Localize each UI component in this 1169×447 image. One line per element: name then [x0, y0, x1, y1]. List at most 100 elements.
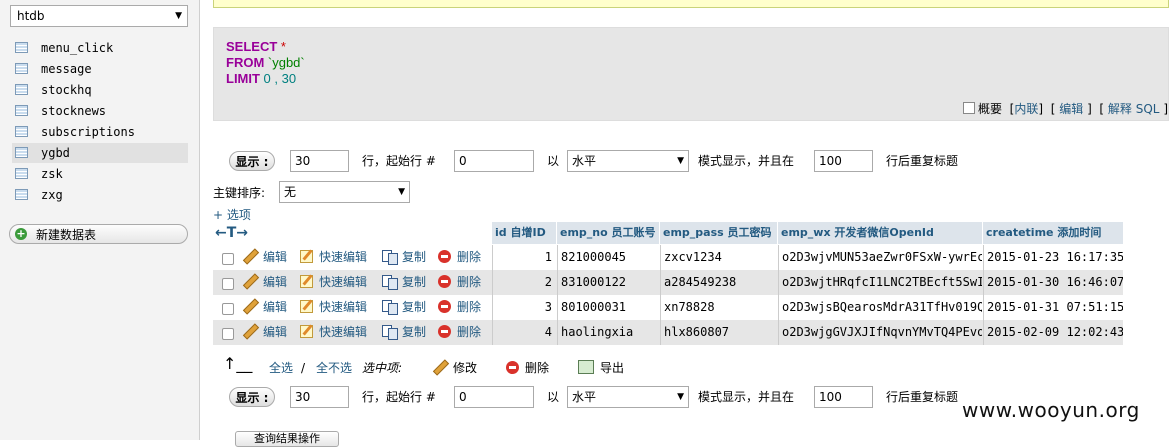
cell-emp-wx: o2D3wjvMUN53aeZwr0FSxW-ywrEc: [778, 245, 982, 270]
sql-query-box: SELECT * FROM `ygbd` LIMIT 0 , 30 概要 [内联…: [213, 27, 1169, 121]
delete-link[interactable]: 删除: [438, 245, 481, 270]
sidebar-table-item[interactable]: menu_click: [12, 38, 188, 58]
display-mode-select[interactable]: 水平 ▼: [567, 150, 689, 172]
navigation-row-bottom: 显示 : 30 行，起始行 # 0 以 水平 ▼ 模式显示，并且在 100 行后…: [229, 386, 989, 410]
table-icon: [15, 105, 28, 116]
copy-label: 复制: [402, 325, 427, 339]
rows-input[interactable]: 30: [290, 150, 349, 172]
column-header-createtime[interactable]: createtime 添加时间: [983, 222, 1123, 244]
delete-link[interactable]: 删除: [438, 295, 481, 320]
quick-edit-label: 快速编辑: [319, 325, 368, 339]
start-row-input[interactable]: 0: [454, 150, 534, 172]
sidebar-table-item[interactable]: subscriptions: [12, 122, 188, 142]
modify-selected-button[interactable]: 修改: [433, 358, 477, 378]
sidebar-table-item[interactable]: zxg: [12, 185, 188, 205]
with-selected-label: 选中项:: [362, 361, 403, 375]
profiling-label: 概要: [978, 102, 1003, 116]
sort-select[interactable]: 无 ▼: [279, 181, 410, 203]
edit-link[interactable]: 编辑: [243, 245, 287, 270]
bracket: [: [1099, 102, 1105, 116]
row-checkbox[interactable]: [222, 328, 234, 340]
quick-edit-link[interactable]: 快速编辑: [300, 320, 367, 345]
column-header-emp-wx[interactable]: emp_wx 开发者微信OpenId: [778, 222, 982, 244]
inline-edit-icon: [300, 275, 313, 288]
sidebar-table-item[interactable]: stockhq: [12, 80, 188, 100]
sidebar: htdb ▼ menu_click message stockhq stockn…: [0, 0, 200, 440]
edit-sql-link[interactable]: 编辑: [1059, 102, 1083, 116]
delete-link[interactable]: 删除: [438, 320, 481, 345]
deselect-all-link[interactable]: 全不选: [316, 358, 352, 378]
show-button[interactable]: 显示 :: [229, 151, 275, 171]
copy-link[interactable]: 复制: [382, 320, 426, 345]
quick-edit-link[interactable]: 快速编辑: [300, 270, 367, 295]
database-select[interactable]: htdb ▼: [10, 5, 188, 27]
delete-label: 删除: [457, 300, 482, 314]
show-button[interactable]: 显示 :: [229, 387, 275, 407]
table-row: 编辑 快速编辑 复制 删除 2 831000122 a284549238 o2D…: [213, 270, 1123, 295]
copy-icon: [382, 274, 398, 290]
start-row-input[interactable]: 0: [454, 386, 534, 408]
column-header-id[interactable]: id 自增ID: [492, 222, 556, 244]
query-results-operations-button[interactable]: 查询结果操作: [235, 431, 339, 447]
edit-link[interactable]: 编辑: [243, 270, 287, 295]
quick-edit-link[interactable]: 快速编辑: [300, 295, 367, 320]
sidebar-table-label: message: [41, 62, 92, 76]
edit-link[interactable]: 编辑: [243, 295, 287, 320]
table-icon: [15, 42, 28, 53]
sidebar-table-item-active[interactable]: ygbd: [12, 143, 188, 163]
delete-icon: [438, 275, 451, 288]
sql-line: LIMIT 0 , 30: [226, 71, 296, 86]
profiling-checkbox[interactable]: [963, 102, 976, 114]
repeat-header-label: 行后重复标题: [886, 154, 959, 168]
copy-icon: [382, 299, 398, 315]
column-arrows[interactable]: ←T→: [213, 222, 492, 244]
delete-selected-button[interactable]: 删除: [506, 358, 549, 378]
edit-label: 编辑: [263, 275, 288, 289]
display-mode-select[interactable]: 水平 ▼: [567, 386, 689, 408]
cell-emp-no: 801000031: [557, 295, 659, 320]
success-message-bar: [213, 0, 1169, 8]
rows-input[interactable]: 30: [290, 386, 349, 408]
explain-sql-link[interactable]: 解释 SQL: [1108, 102, 1160, 116]
cell-id: 3: [492, 295, 556, 320]
cell-emp-pass: hlx860807: [660, 320, 777, 345]
copy-icon: [382, 324, 398, 340]
row-checkbox[interactable]: [222, 278, 234, 290]
bracket: ]: [1087, 102, 1092, 116]
row-checkbox[interactable]: [222, 253, 234, 265]
sidebar-table-item[interactable]: stocknews: [12, 101, 188, 121]
row-checkbox[interactable]: [222, 303, 234, 315]
sql-keyword: FROM: [226, 55, 265, 70]
bracket: [: [1050, 102, 1056, 116]
options-link[interactable]: + 选项: [213, 206, 251, 223]
repeat-header-input[interactable]: 100: [814, 150, 873, 172]
column-header-emp-pass[interactable]: emp_pass 员工密码: [660, 222, 777, 244]
export-selected-button[interactable]: 导出: [578, 358, 624, 378]
delete-link[interactable]: 删除: [438, 270, 481, 295]
sidebar-table-item[interactable]: message: [12, 59, 188, 79]
inline-link[interactable]: 内联: [1014, 102, 1038, 116]
repeat-header-input[interactable]: 100: [814, 386, 873, 408]
new-table-button[interactable]: + 新建数据表: [9, 224, 188, 244]
export-icon: [578, 360, 594, 374]
modify-label: 修改: [453, 361, 478, 375]
pencil-icon: [433, 360, 447, 374]
sort-value: 无: [284, 185, 297, 199]
copy-link[interactable]: 复制: [382, 245, 426, 270]
quick-edit-link[interactable]: 快速编辑: [300, 245, 367, 270]
cell-createtime: 2015-01-31 07:51:15: [983, 295, 1123, 320]
cell-createtime: 2015-02-09 12:02:43: [983, 320, 1123, 345]
column-header-emp-no[interactable]: emp_no 员工账号: [557, 222, 659, 244]
copy-link[interactable]: 复制: [382, 295, 426, 320]
sql-tools: 概要 [内联] [ 编辑 ] [ 解释 SQL ]: [963, 100, 1168, 117]
cell-emp-no: 821000045: [557, 245, 659, 270]
sidebar-table-item[interactable]: zsk: [12, 164, 188, 184]
edit-link[interactable]: 编辑: [243, 320, 287, 345]
copy-link[interactable]: 复制: [382, 270, 426, 295]
cell-createtime: 2015-01-23 16:17:35: [983, 245, 1123, 270]
table-icon: [15, 189, 28, 200]
sidebar-table-label: subscriptions: [41, 125, 135, 139]
select-all-link[interactable]: 全选: [269, 358, 293, 378]
sidebar-table-label: menu_click: [41, 41, 114, 55]
mode-label: 模式显示，并且在: [698, 390, 795, 404]
